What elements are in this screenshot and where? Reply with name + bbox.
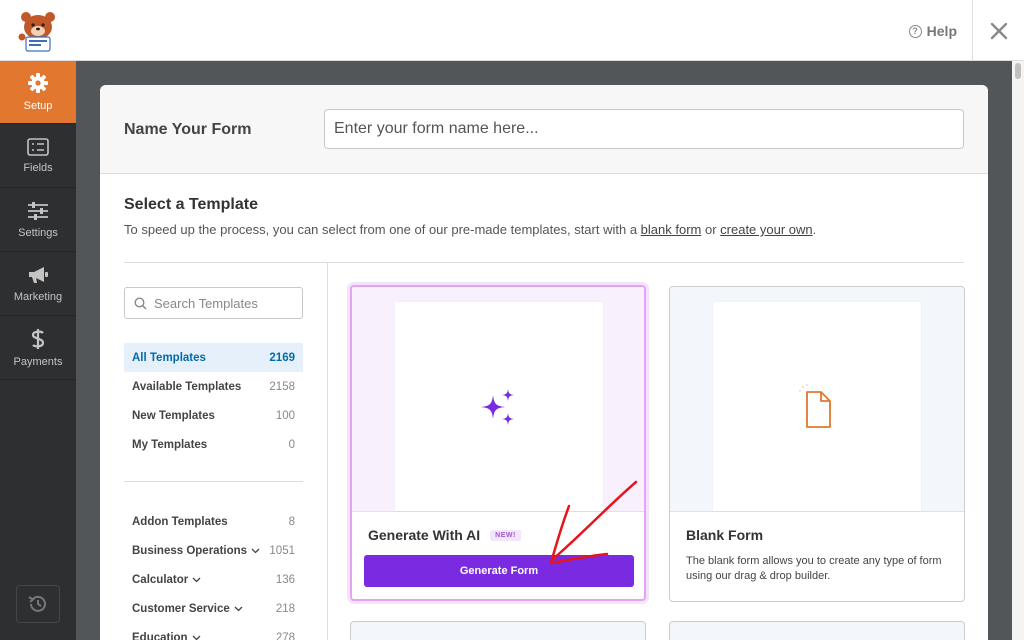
sidebar-item-label: Payments [13,355,63,368]
category-new-templates[interactable]: New Templates 100 [124,401,303,430]
revisions-button[interactable] [16,585,60,623]
category-label: New Templates [132,409,215,422]
card-preview-sheet [395,302,603,511]
sparkles-icon [481,388,514,425]
card-description: The blank form allows you to create any … [686,555,942,582]
template-card[interactable] [350,621,646,640]
category-list: All Templates 2169 Available Templates 2… [124,343,303,459]
close-icon [990,22,1007,39]
category-divider [124,481,303,482]
close-button[interactable] [972,0,1024,61]
dollar-icon [31,328,45,349]
builder-sidebar: Setup Fields Settings Marketing Payments [0,61,76,640]
category-business-operations[interactable]: Business Operations 1051 [124,536,303,565]
list-icon [27,137,49,156]
category-count: 218 [275,602,295,615]
category-count: 1051 [269,544,295,557]
form-name-label: Name Your Form [124,121,252,138]
category-count: 278 [275,631,295,640]
gear-icon [28,73,48,93]
new-badge: NEW! [490,529,521,541]
template-filters: Search Templates All Templates 2169 Avai… [124,263,328,640]
card-title: Generate With AI NEW! [368,527,628,543]
wpforms-logo[interactable] [0,0,76,61]
create-your-own-link[interactable]: create your own [720,222,813,237]
sidebar-item-settings[interactable]: Settings [0,188,76,252]
help-link[interactable]: ? Help [908,23,957,39]
category-label: Business Operations [132,544,248,557]
card-preview [670,287,964,511]
template-card-blank-form[interactable]: Blank Form The blank form allows you to … [669,286,965,602]
category-label: My Templates [132,438,208,451]
sliders-icon [28,201,48,220]
search-placeholder: Search Templates [154,295,258,311]
sidebar-item-label: Fields [23,161,53,174]
card-preview [352,287,644,511]
category-calculator[interactable]: Calculator 136 [124,565,303,594]
search-icon [134,296,147,310]
category-count: 2158 [269,380,295,393]
card-preview-sheet [713,302,921,511]
template-header: Select a Template To speed up the proces… [124,196,816,237]
form-name-input[interactable] [324,109,964,149]
sidebar-item-label: Marketing [13,290,63,303]
category-count: 8 [288,515,295,528]
generate-form-button[interactable]: Generate Form [364,555,634,587]
template-description: To speed up the process, you can select … [124,222,816,237]
category-all-templates[interactable]: All Templates 2169 [124,343,303,372]
card-body: Generate With AI NEW! [352,511,644,543]
question-circle-icon: ? [908,24,922,38]
chevron-down-icon [234,606,243,611]
category-count: 136 [275,573,295,586]
category-available-templates[interactable]: Available Templates 2158 [124,372,303,401]
category-my-templates[interactable]: My Templates 0 [124,430,303,459]
card-title-text: Generate With AI [368,527,481,543]
chevron-down-icon [251,548,260,553]
megaphone-icon [29,266,48,283]
category-education[interactable]: Education 278 [124,623,303,640]
help-label: Help [926,23,957,39]
form-name-row: Name Your Form [100,85,988,174]
search-templates-input[interactable]: Search Templates [124,287,303,319]
category-label: Calculator [132,573,189,586]
sidebar-item-marketing[interactable]: Marketing [0,252,76,316]
category-count: 2169 [269,351,295,364]
setup-panel: Name Your Form Select a Template To spee… [100,85,988,640]
category-addon-templates[interactable]: Addon Templates 8 [124,507,303,536]
template-section-title: Select a Template [124,196,258,213]
chevron-down-icon [192,577,201,582]
bear-mascot-icon [18,12,55,52]
sidebar-item-payments[interactable]: Payments [0,316,76,380]
card-body: Blank Form The blank form allows you to … [670,511,964,584]
top-bar: ? Help [76,0,1024,61]
blank-form-link[interactable]: blank form [641,222,702,237]
category-list-secondary: Addon Templates 8 Business Operations 10… [124,507,303,640]
chevron-down-icon [192,635,201,640]
category-count: 0 [288,438,295,451]
sidebar-item-setup[interactable]: Setup [0,61,76,124]
scrollbar[interactable] [1012,61,1024,640]
desc-suffix: . [812,222,817,237]
category-customer-service[interactable]: Customer Service 218 [124,594,303,623]
card-title-text: Blank Form [686,527,764,543]
desc-text: To speed up the process, you can select … [124,222,641,237]
category-label: Available Templates [132,380,242,393]
sidebar-item-fields[interactable]: Fields [0,124,76,188]
sidebar-item-label: Settings [18,226,58,239]
document-icon [799,383,831,428]
category-label: Addon Templates [132,515,228,528]
card-title: Blank Form [686,527,948,543]
history-icon [28,595,46,612]
category-label: All Templates [132,351,206,364]
category-count: 100 [275,409,295,422]
category-label: Customer Service [132,602,230,615]
sidebar-item-label: Setup [23,100,53,112]
template-card-generate-ai[interactable]: Generate With AI NEW! Generate Form [350,285,646,601]
category-label: Education [132,631,188,640]
desc-or: or [701,222,721,237]
template-card[interactable] [669,621,965,640]
scrollbar-thumb[interactable] [1015,63,1021,79]
